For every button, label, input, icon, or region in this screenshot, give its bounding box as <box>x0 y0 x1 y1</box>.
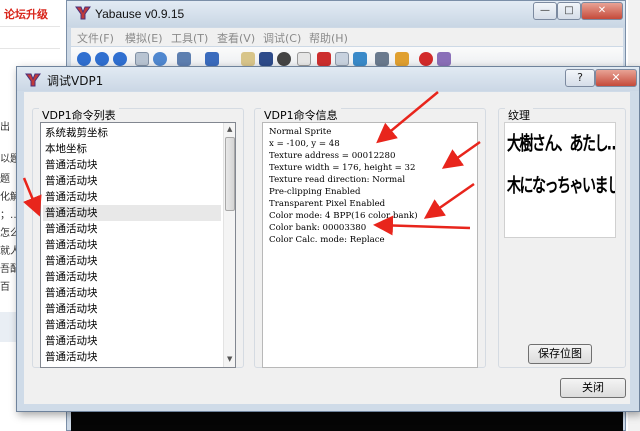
texture-text-line: 大樹さん、あたし…… <box>507 133 615 155</box>
command-list-item[interactable]: 普通活动块 <box>43 189 221 205</box>
dialog-title: 调试VDP1 <box>47 74 104 88</box>
menu-view[interactable]: 查看(V) <box>217 30 255 46</box>
scroll-up-icon[interactable]: ▲ <box>227 125 232 133</box>
command-info-line: Color bank: 00003380 <box>269 223 367 233</box>
close-button[interactable]: 关闭 <box>560 378 626 398</box>
sound-debug-icon[interactable] <box>353 52 367 66</box>
texture-preview: 大樹さん、あたし…… 木になっちゃいました…… <box>504 122 616 238</box>
forum-upgrade-link[interactable]: 论坛升级 <box>4 6 48 22</box>
open-iso-icon[interactable] <box>135 52 149 66</box>
window-title: Yabause v0.9.15 <box>95 7 185 21</box>
vdp2-debug-icon[interactable] <box>317 52 331 66</box>
command-info-line: Pre-clipping Enabled <box>269 187 361 197</box>
memory-icon[interactable] <box>375 52 389 66</box>
save-state-icon[interactable] <box>177 52 191 66</box>
bg-fragment: 题 <box>0 174 10 185</box>
save-bitmap-button[interactable]: 保存位图 <box>528 344 592 364</box>
texture-group-title: 纹理 <box>505 107 533 123</box>
command-list-item[interactable]: 普通活动块 <box>43 349 221 365</box>
play-icon[interactable] <box>77 52 91 66</box>
settings-icon[interactable] <box>241 52 255 66</box>
window-title-bar[interactable]: Yabause v0.9.15 — □ ✕ <box>67 1 625 27</box>
command-list-item[interactable]: 普通活动块 <box>43 301 221 317</box>
open-cd-icon[interactable] <box>153 52 167 66</box>
close-window-button[interactable]: ✕ <box>581 2 623 20</box>
command-list-item[interactable]: 普通活动块 <box>43 205 221 221</box>
command-info-line: Color Calc. mode: Replace <box>269 235 385 245</box>
command-list-item[interactable]: 普通活动块 <box>43 253 221 269</box>
scroll-thumb[interactable] <box>225 137 235 211</box>
divider <box>0 48 60 49</box>
command-info-group-title: VDP1命令信息 <box>261 107 341 123</box>
minimize-button[interactable]: — <box>533 2 557 20</box>
menu-debug[interactable]: 调试(C) <box>263 30 301 46</box>
about-icon[interactable] <box>437 52 451 66</box>
msh2-debug-icon[interactable] <box>259 52 273 66</box>
menu-bar: 文件(F) 模拟(E) 工具(T) 查看(V) 调试(C) 帮助(H) <box>71 28 623 46</box>
command-list-item[interactable]: 普通活动块 <box>43 173 221 189</box>
menu-tools[interactable]: 工具(T) <box>171 30 208 46</box>
command-info-line: Normal Sprite <box>269 127 332 137</box>
power-icon[interactable] <box>419 52 433 66</box>
bg-fragment: 出 <box>0 122 10 133</box>
reset-icon[interactable] <box>113 52 127 66</box>
dialog-title-bar[interactable]: 调试VDP1 ? ✕ <box>17 67 639 91</box>
command-list-item[interactable]: 普通活动块 <box>43 237 221 253</box>
yabause-logo-icon <box>25 73 41 87</box>
command-list-item[interactable]: 普通活动块 <box>43 269 221 285</box>
command-list-item[interactable]: 系统裁剪坐标 <box>43 125 221 141</box>
menu-help[interactable]: 帮助(H) <box>309 30 348 46</box>
command-info-line: Texture read direction: Normal <box>269 175 406 185</box>
maximize-button[interactable]: □ <box>557 2 581 20</box>
pause-icon[interactable] <box>95 52 109 66</box>
ssh2-debug-icon[interactable] <box>277 52 291 66</box>
texture-text-line: 木になっちゃいました…… <box>507 175 616 197</box>
command-list-item[interactable]: 本地坐标 <box>43 141 221 157</box>
yabause-logo-icon <box>75 6 91 20</box>
command-info-line: Transparent Pixel Enabled <box>269 199 386 209</box>
command-list-item[interactable]: 普通活动块 <box>43 285 221 301</box>
load-state-icon[interactable] <box>205 52 219 66</box>
command-info-line: x = -100, y = 48 <box>269 139 340 149</box>
menu-emulation[interactable]: 模拟(E) <box>125 30 163 46</box>
command-info-line: Texture width = 176, height = 32 <box>269 163 416 173</box>
menu-file[interactable]: 文件(F) <box>77 30 114 46</box>
transfer-icon[interactable] <box>395 52 409 66</box>
command-list-item[interactable]: 普通活动块 <box>43 157 221 173</box>
scu-debug-icon[interactable] <box>335 52 349 66</box>
command-list-group-title: VDP1命令列表 <box>39 107 119 123</box>
list-scrollbar[interactable]: ▲ ▼ <box>223 123 235 367</box>
command-list-item[interactable]: 普通活动块 <box>43 333 221 349</box>
help-button[interactable]: ? <box>565 69 595 87</box>
scroll-down-icon[interactable]: ▼ <box>227 355 232 363</box>
command-listbox[interactable]: 系统裁剪坐标 本地坐标 普通活动块 普通活动块 普通活动块 普通活动块 普通活动块 普通活动块… <box>40 122 236 368</box>
command-info-box: Normal Sprite x = -100, y = 48 Texture add… <box>262 122 478 368</box>
command-info-line: Color mode: 4 BPP(16 color bank) <box>269 211 418 221</box>
divider <box>0 26 60 27</box>
close-dialog-x-button[interactable]: ✕ <box>595 69 637 87</box>
command-list-item[interactable]: 普通活动块 <box>43 221 221 237</box>
bg-fragment: 百 <box>0 282 10 293</box>
command-info-line: Texture address = 00012280 <box>269 151 396 161</box>
command-list-item[interactable]: 普通活动块 <box>43 317 221 333</box>
vdp1-debug-icon[interactable] <box>297 52 311 66</box>
